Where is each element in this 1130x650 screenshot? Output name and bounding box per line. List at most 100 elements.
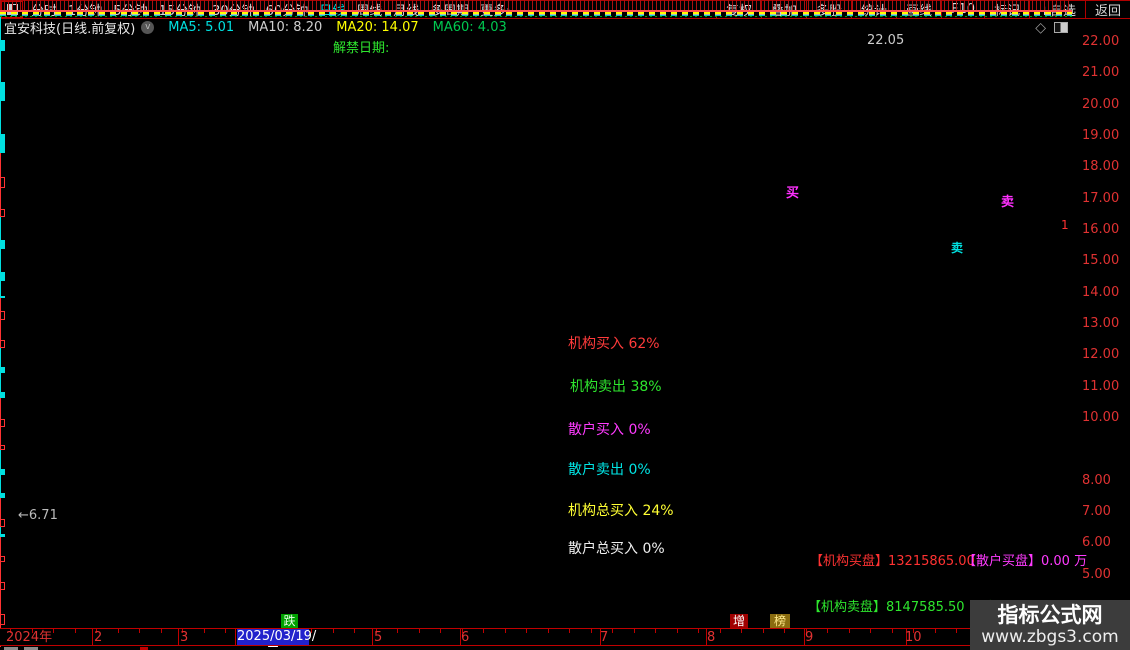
candle-wick (0, 320, 1, 340)
sell-signal-marker: 卖 (1001, 195, 1015, 210)
candle-down (0, 240, 5, 249)
sell-signal-marker-cyan: 卖 (951, 241, 964, 255)
peak-price-label: 22.05 (867, 33, 905, 48)
candle-wick (0, 427, 1, 445)
x-minor-tick (161, 629, 162, 633)
trading-app-window: 分时1分钟5分钟15分钟30分钟60分钟日线周线月线多周期更多› 复权叠加多股统… (0, 0, 1130, 650)
y-tick-label: 14.00 (1082, 285, 1120, 300)
candle-wick (0, 17, 1, 40)
y-tick-label: 6.00 (1082, 535, 1111, 550)
x-minor-tick (118, 629, 119, 633)
x-minor-tick (827, 629, 828, 633)
candle-wick (0, 527, 1, 534)
x-minor-tick (225, 629, 226, 633)
candle-up (0, 311, 5, 320)
candle-down (0, 82, 5, 101)
x-minor-tick (204, 629, 205, 633)
x-minor-tick (655, 629, 656, 633)
x-axis-strip: 2024年 2 3 5 6 7 8 9 10 2025/03/19/三 (0, 628, 1130, 650)
candle-up (0, 177, 5, 188)
inst-sell-amount: 【机构卖盘】8147585.50 【散 (808, 600, 995, 615)
candle-wick (0, 249, 1, 272)
y-tick-label: 17.00 (1082, 191, 1120, 206)
x-minor-tick (741, 629, 742, 633)
ma60-level-line (0, 16, 1072, 17)
candle-wick (0, 348, 1, 367)
candle-wick (0, 373, 1, 392)
y-tick-label: 12.00 (1082, 347, 1120, 362)
x-axis-label: 10 (905, 630, 922, 645)
x-axis-label: 8 (707, 630, 716, 645)
y-tick-label: 22.00 (1082, 34, 1120, 49)
x-minor-tick (677, 629, 678, 633)
low-price-label: ←6.71 (18, 508, 58, 523)
x-minor-tick (849, 629, 850, 633)
x-axis-label: 5 (374, 630, 383, 645)
stat-inst-total-buy: 机构总买入 24% (568, 503, 674, 519)
x-minor-tick (956, 629, 957, 633)
y-tick-label: 8.00 (1082, 473, 1111, 488)
buy-signal-marker: 买 (786, 186, 800, 201)
y-tick-label: 20.00 (1082, 97, 1120, 112)
candle-wick (0, 188, 1, 209)
y-tick-label: 13.00 (1082, 316, 1120, 331)
x-axis-label: 2024年 (6, 630, 53, 645)
candle-wick (0, 153, 1, 177)
x-minor-tick (548, 629, 549, 633)
stat-retail-total-buy: 散户总买入 0% (568, 541, 665, 557)
chart-plot[interactable]: 解禁日期: 22.05 ←6.71 机构买入 62% 机构卖出 38% 散户买入 0% 散户… (0, 0, 1130, 650)
x-month-separator (178, 629, 179, 645)
x-minor-tick (892, 629, 893, 633)
x-minor-tick (569, 629, 570, 633)
x-minor-tick (720, 629, 721, 633)
x-minor-tick (612, 629, 613, 633)
y-tick-label: 7.00 (1082, 504, 1111, 519)
x-minor-tick (419, 629, 420, 633)
x-minor-tick (397, 629, 398, 633)
x-minor-tick (784, 629, 785, 633)
retail-buy-amount: 【散户买盘】0.00 万 (963, 554, 1088, 569)
x-minor-tick (53, 629, 54, 633)
x-axis-label: 2 (94, 630, 103, 645)
x-minor-tick (483, 629, 484, 633)
x-axis-label: 9 (805, 630, 814, 645)
candle-up (0, 614, 5, 625)
candle-wick (0, 475, 1, 493)
x-minor-tick (75, 629, 76, 633)
watermark-site-name: 指标公式网 (997, 603, 1103, 627)
x-axis-label: 3 (180, 630, 189, 645)
x-month-separator (235, 629, 236, 645)
y-tick-label: 5.00 (1082, 567, 1111, 582)
x-minor-tick (505, 629, 506, 633)
x-minor-tick (698, 629, 699, 633)
candle-wick (0, 51, 1, 82)
candle-wick (0, 498, 1, 519)
candle-wick (0, 450, 1, 469)
candle-wick (0, 217, 1, 240)
y-tick-label: 10.00 (1082, 410, 1120, 425)
candle-up (0, 419, 5, 427)
x-minor-tick (354, 629, 355, 633)
x-minor-tick (591, 629, 592, 633)
y-tick-label: 21.00 (1082, 65, 1120, 80)
candle-wick (0, 101, 1, 134)
x-minor-tick (139, 629, 140, 633)
y-tick-label: 18.00 (1082, 159, 1120, 174)
y-tick-label: 11.00 (1082, 379, 1120, 394)
candle-wick (0, 537, 1, 556)
stat-inst-buy: 机构买入 62% (568, 336, 660, 352)
x-minor-tick (763, 629, 764, 633)
y-tick-label: 19.00 (1082, 128, 1120, 143)
candle-up (0, 582, 5, 590)
x-axis-label: 6 (461, 630, 470, 645)
candle-wick (0, 590, 1, 614)
y-tick-label: 16.00 (1082, 222, 1120, 237)
candle-down (0, 134, 5, 153)
candle-wick (0, 298, 1, 311)
candle-down (0, 40, 5, 51)
candle-down (0, 272, 5, 281)
watermark-site-url: www.zbgs3.com (981, 627, 1119, 647)
x-minor-tick (870, 629, 871, 633)
x-axis-label: 7 (600, 630, 609, 645)
last-price-fragment: 1 (1061, 218, 1069, 232)
